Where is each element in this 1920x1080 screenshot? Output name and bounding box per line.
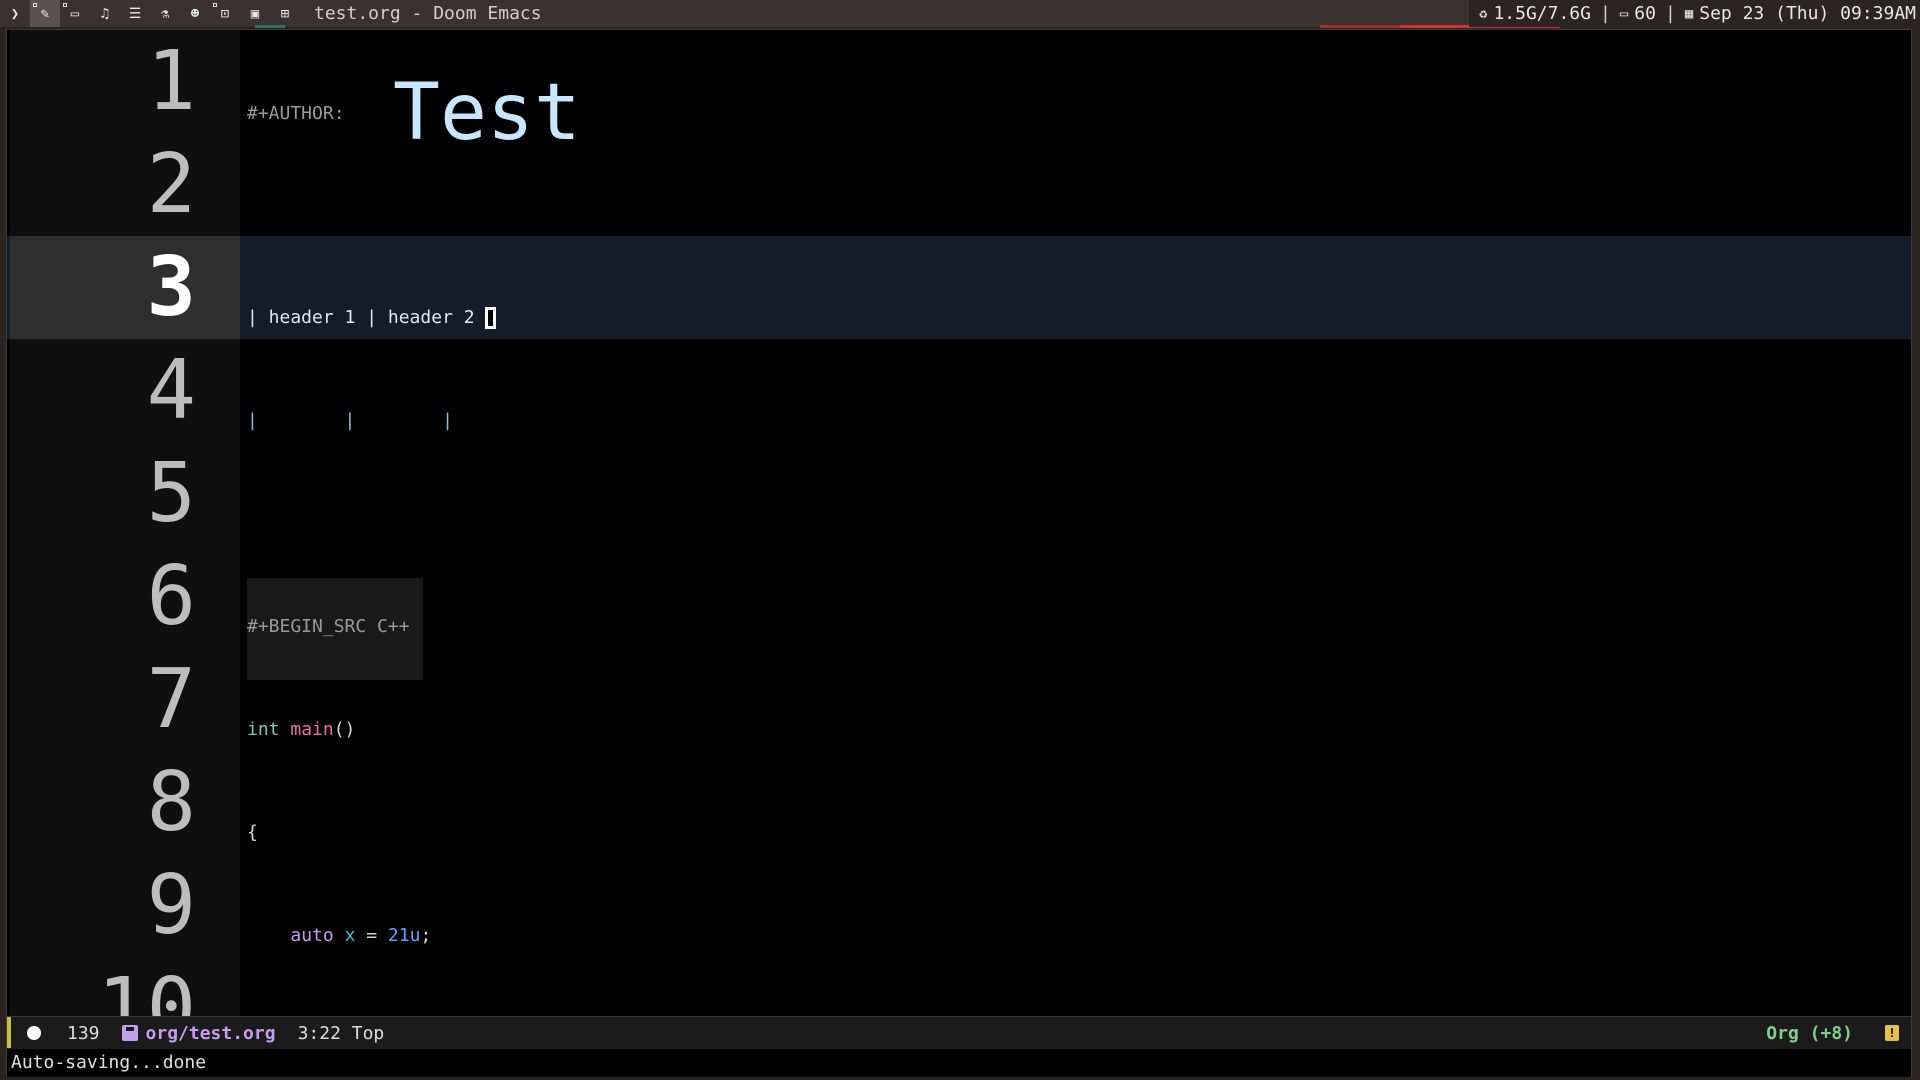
calendar-icon: ▦ bbox=[1684, 5, 1694, 22]
recycle-icon: ♻ bbox=[1479, 5, 1488, 22]
users-icon[interactable]: ☻ bbox=[180, 0, 210, 27]
mode-line: 139 org/test.org 3:22 Top Org (+8) ! bbox=[7, 1016, 1911, 1049]
line-count: 139 bbox=[67, 1022, 100, 1044]
author-keyword: #+AUTHOR: bbox=[247, 103, 345, 124]
buffer-line[interactable]: 1 #+AUTHOR: bbox=[7, 30, 1911, 133]
semicolon: ; bbox=[420, 925, 432, 946]
wallpaper-strip bbox=[1320, 25, 1400, 28]
code-brace: { bbox=[247, 822, 258, 843]
type-keyword: int bbox=[247, 719, 280, 740]
save-icon[interactable] bbox=[121, 1025, 138, 1041]
table-header-text: | header 1 | header 2 bbox=[247, 307, 486, 328]
text-cursor bbox=[485, 307, 497, 329]
buffer-line[interactable]: 10 bbox=[7, 957, 1911, 1016]
operator: = bbox=[355, 925, 388, 946]
buffer-line[interactable]: 7 int main() bbox=[7, 648, 1911, 751]
separator: | bbox=[1600, 3, 1611, 24]
clock[interactable]: Sep 23 (Thu) 09:39AM bbox=[1699, 3, 1916, 24]
buffer-line[interactable]: 6 #+BEGIN_SRC C++ bbox=[7, 545, 1911, 648]
buffer-line[interactable]: 5 bbox=[7, 442, 1911, 545]
buffer-line[interactable]: 9 auto x = 21u; bbox=[7, 854, 1911, 957]
battery-icon: ▭ bbox=[1619, 5, 1629, 22]
major-mode[interactable]: Org (+8) bbox=[1766, 1023, 1853, 1044]
line-number: 6 bbox=[146, 549, 196, 644]
echo-area: Auto-saving...done bbox=[7, 1049, 1911, 1077]
pencil-icon[interactable]: ✎ bbox=[30, 0, 60, 27]
lock-icon[interactable]: ⊡ bbox=[210, 0, 240, 27]
warning-icon[interactable]: ! bbox=[1885, 1025, 1899, 1041]
trash-icon[interactable]: ▣ bbox=[240, 0, 270, 27]
buffer-line[interactable]: 8 { bbox=[7, 751, 1911, 854]
auto-keyword: auto bbox=[290, 925, 334, 946]
line-number: 10 bbox=[97, 961, 196, 1016]
line-number: 7 bbox=[146, 652, 196, 747]
line-number: 1 bbox=[146, 34, 196, 129]
system-info: ♻ 1.5G/7.6G | ▭ 60 | ▦ Sep 23 (Thu) 09:3… bbox=[1469, 0, 1920, 27]
code-line: int main() bbox=[247, 719, 355, 741]
separator: | bbox=[1664, 3, 1676, 24]
editor-buffer[interactable]: 1 #+AUTHOR: Test 2 3 | header 1 | header… bbox=[7, 30, 1911, 1016]
emacs-frame: 1 #+AUTHOR: Test 2 3 | header 1 | header… bbox=[6, 29, 1912, 1077]
battery-level: 60 bbox=[1634, 3, 1656, 24]
mode-line-bar bbox=[7, 1017, 11, 1048]
function-name: main bbox=[290, 719, 334, 740]
chevron-right-icon[interactable]: ❯ bbox=[0, 0, 30, 27]
buffer-line[interactable]: 4 | | | bbox=[7, 339, 1911, 442]
table-row: | | | bbox=[247, 410, 453, 431]
current-line[interactable]: 3 | header 1 | header 2 bbox=[7, 236, 1911, 339]
server-icon[interactable]: ☰ bbox=[120, 0, 150, 27]
number-literal: 21u bbox=[387, 925, 421, 946]
line-number: 8 bbox=[146, 755, 196, 850]
flask-icon[interactable]: ⚗ bbox=[150, 0, 180, 27]
cursor-position: 3:22 Top bbox=[297, 1022, 385, 1044]
line-number: 3 bbox=[10, 236, 240, 339]
modified-indicator-icon bbox=[27, 1026, 41, 1040]
workspace-switcher: ❯ ✎ ▭ ♫ ☰ ⚗ ☻ ⊡ ▣ ⊞ bbox=[0, 0, 300, 27]
line-number: 4 bbox=[146, 343, 196, 438]
wallpaper-strip bbox=[255, 25, 285, 28]
window-title: test.org - Doom Emacs bbox=[314, 3, 542, 24]
buffer-line[interactable]: 2 bbox=[7, 133, 1911, 236]
line-number: 2 bbox=[146, 137, 196, 232]
monitor-icon[interactable]: ▭ bbox=[60, 0, 90, 27]
code-line: auto x = 21u; bbox=[247, 925, 431, 947]
table-header-row: | header 1 | header 2 bbox=[247, 307, 497, 329]
top-panel: ❯ ✎ ▭ ♫ ☰ ⚗ ☻ ⊡ ▣ ⊞ test.org - Doom Emac… bbox=[0, 0, 1920, 28]
music-icon[interactable]: ♫ bbox=[90, 0, 120, 27]
grid-icon[interactable]: ⊞ bbox=[270, 0, 300, 27]
line-number: 5 bbox=[146, 446, 196, 541]
line-number: 9 bbox=[146, 858, 196, 953]
buffer-file-name[interactable]: org/test.org bbox=[146, 1023, 276, 1044]
src-block-begin: #+BEGIN_SRC C++ bbox=[247, 616, 410, 637]
punctuation: () bbox=[333, 719, 356, 740]
memory-usage: 1.5G/7.6G bbox=[1493, 3, 1591, 24]
variable-name: x bbox=[344, 925, 356, 946]
